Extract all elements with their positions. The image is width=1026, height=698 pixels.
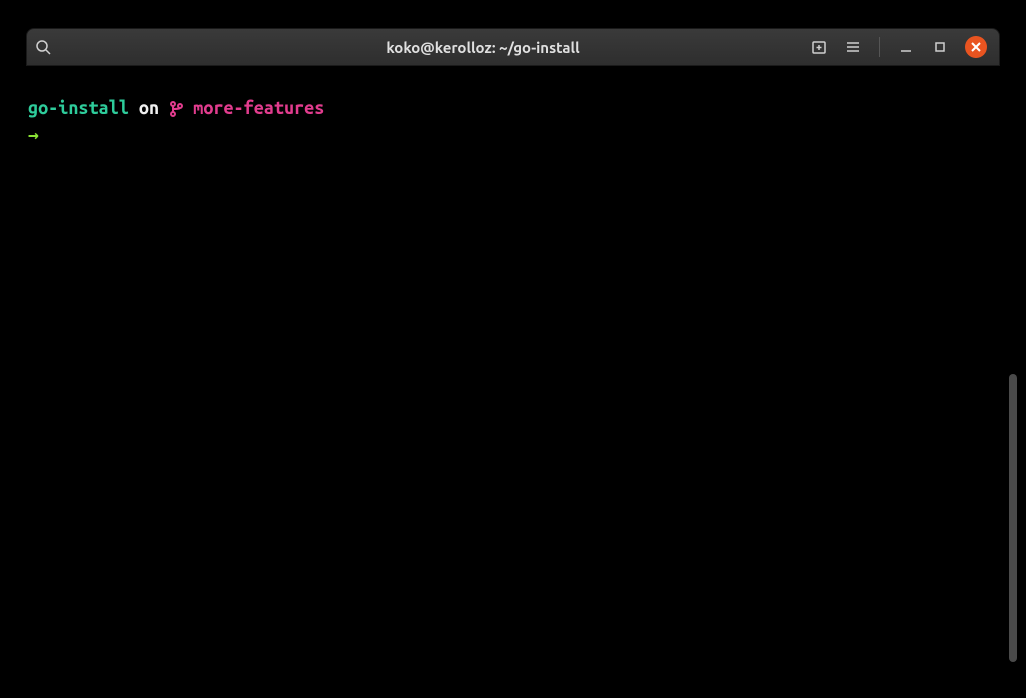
git-branch-icon bbox=[169, 96, 193, 121]
prompt-branch: more-features bbox=[193, 96, 324, 121]
prompt-arrow: → bbox=[28, 123, 998, 148]
titlebar: koko@kerolloz: ~/go-install bbox=[26, 28, 1000, 66]
window-title: koko@kerolloz: ~/go-install bbox=[155, 39, 811, 56]
minimize-button[interactable] bbox=[898, 39, 914, 55]
terminal-body[interactable]: go-install on more-features → bbox=[26, 82, 1000, 672]
prompt-on: on bbox=[129, 96, 169, 121]
hamburger-icon[interactable] bbox=[845, 39, 861, 55]
scrollbar[interactable] bbox=[1009, 374, 1017, 662]
prompt-line: go-install on more-features bbox=[28, 96, 998, 121]
titlebar-right bbox=[811, 36, 991, 58]
close-button[interactable] bbox=[965, 36, 987, 58]
maximize-button[interactable] bbox=[932, 39, 948, 55]
search-icon[interactable] bbox=[35, 39, 51, 55]
titlebar-left bbox=[35, 39, 155, 55]
prompt-directory: go-install bbox=[28, 96, 129, 121]
titlebar-divider bbox=[879, 37, 880, 57]
newtab-icon[interactable] bbox=[811, 39, 827, 55]
